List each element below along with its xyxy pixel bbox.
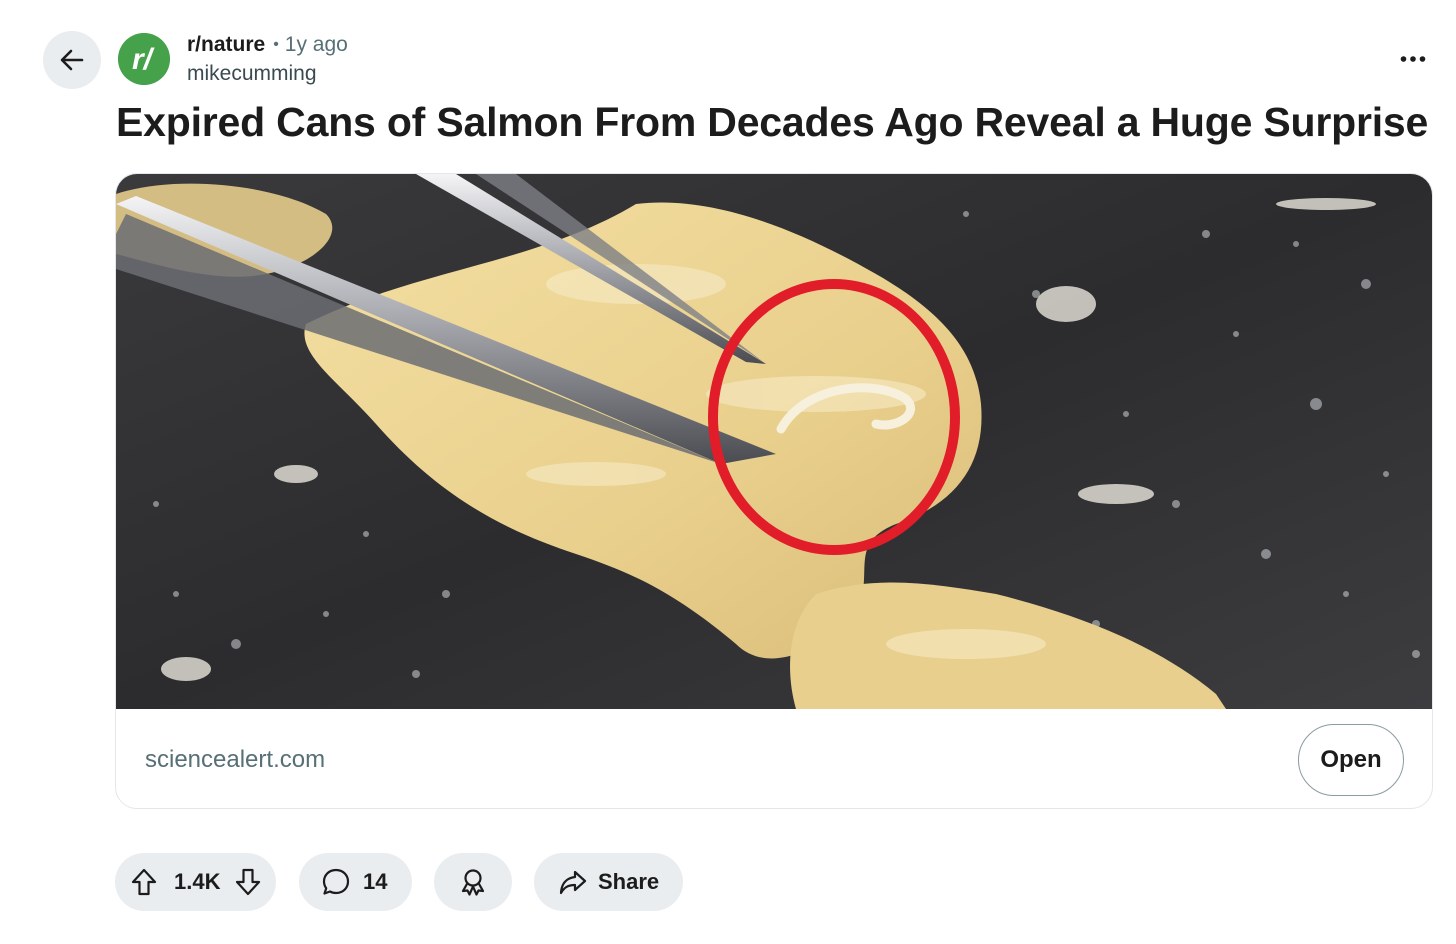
post-age: 1y ago [284, 33, 348, 56]
vote-count: 1.4K [174, 869, 221, 894]
more-options-button[interactable] [1396, 46, 1430, 72]
upvote-icon [131, 868, 157, 896]
open-link-button[interactable]: Open [1298, 724, 1404, 796]
comment-count: 14 [363, 869, 388, 894]
comment-icon [322, 868, 350, 895]
upvote-button[interactable] [128, 866, 160, 898]
post-author[interactable]: mikecumming [187, 61, 348, 87]
share-label: Share [598, 869, 660, 894]
award-icon [461, 869, 485, 896]
link-preview-card[interactable]: sciencealert.com Open [115, 173, 1433, 809]
back-button[interactable] [43, 31, 101, 89]
subreddit-avatar-glyph: r/ [132, 43, 155, 76]
subreddit-avatar[interactable]: r/ [118, 33, 170, 85]
share-icon [559, 870, 587, 895]
vote-pill: 1.4K [115, 853, 276, 911]
downvote-button[interactable] [232, 866, 264, 898]
meta-separator: • [273, 36, 279, 53]
subreddit-name[interactable]: r/nature [187, 32, 265, 58]
share-button[interactable]: Share [534, 853, 683, 911]
post-title: Expired Cans of Salmon From Decades Ago … [116, 99, 1429, 145]
link-thumbnail-image[interactable] [116, 174, 1433, 709]
downvote-icon [236, 868, 261, 896]
link-domain[interactable]: sciencealert.com [145, 745, 325, 775]
award-button[interactable] [434, 853, 512, 911]
more-horizontal-icon [1400, 56, 1426, 62]
arrow-left-icon [60, 49, 84, 71]
post-meta: r/nature • 1y ago mikecumming [187, 32, 348, 87]
comments-button[interactable]: 14 [299, 853, 412, 911]
